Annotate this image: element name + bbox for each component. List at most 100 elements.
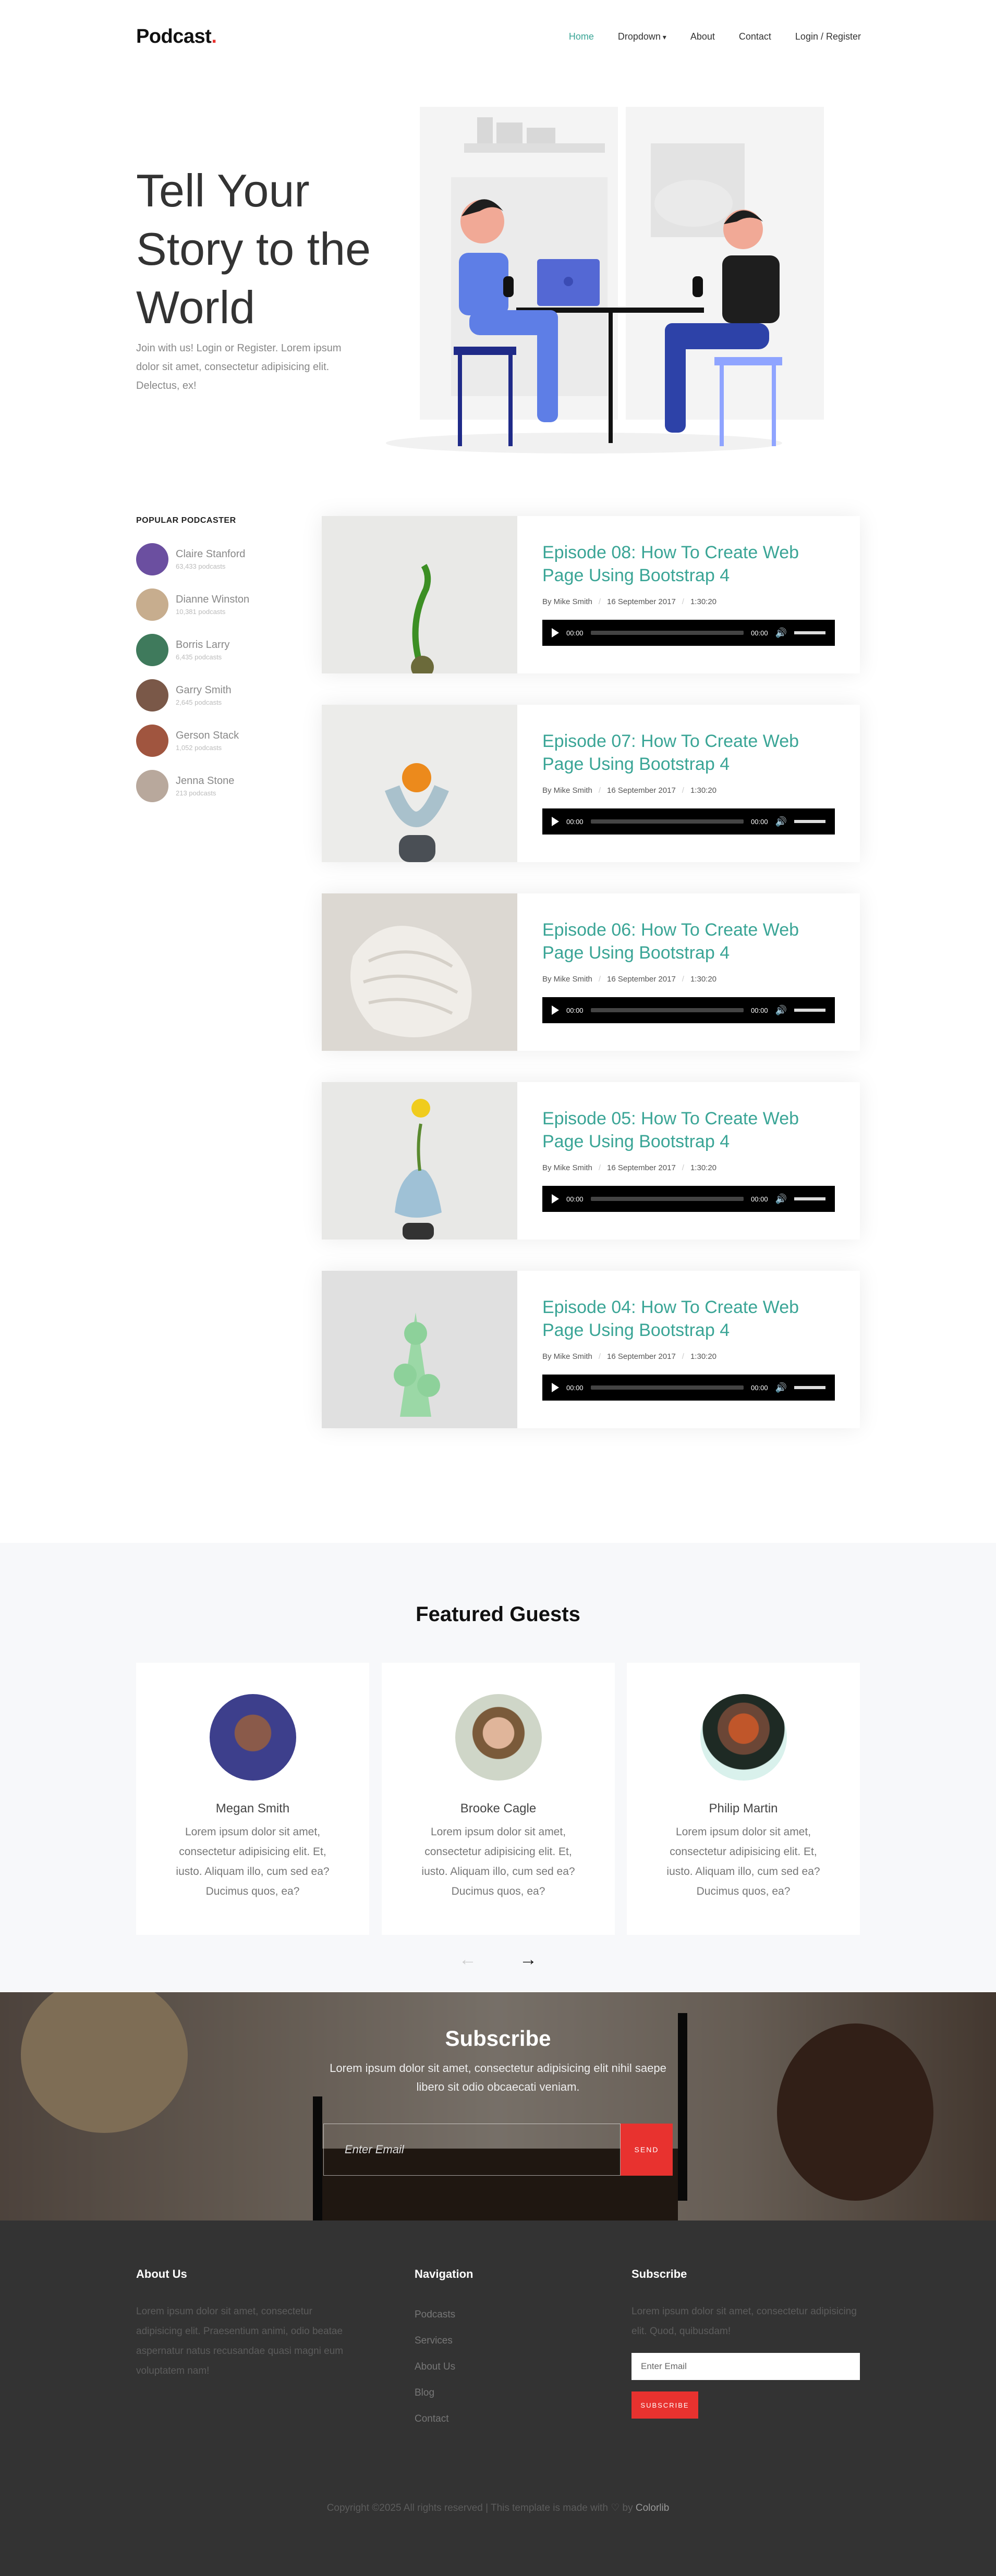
play-icon[interactable] <box>552 1194 559 1204</box>
progress-bar[interactable] <box>590 631 744 635</box>
section-title: Featured Guests <box>416 1603 580 1626</box>
guest-text: Lorem ipsum dolor sit amet, consectetur … <box>176 1826 330 1897</box>
progress-bar[interactable] <box>590 1197 744 1201</box>
progress-bar[interactable] <box>590 819 744 824</box>
list-item[interactable]: Borris Larry 6,435 podcasts <box>136 634 293 666</box>
total-time: 00:00 <box>751 817 768 826</box>
guest-card: Brooke Cagle Lorem ipsum dolor sit amet,… <box>382 1663 615 1935</box>
episode-meta: By Mike Smith/16 September 2017/1:30:20 <box>542 597 717 606</box>
footer-email-field[interactable]: Enter Email <box>631 2353 860 2380</box>
footer-about: About Us Lorem ipsum dolor sit amet, con… <box>136 2267 345 2381</box>
episode-card: Episode 04: How To Create Web Page Using… <box>322 1271 860 1428</box>
avatar <box>136 634 168 666</box>
list-item[interactable]: Jenna Stone 213 podcasts <box>136 770 293 802</box>
volume-icon[interactable]: 🔊 <box>775 628 787 639</box>
episode-date: 16 September 2017 <box>607 975 676 984</box>
footer-link-services[interactable]: Services <box>415 2328 571 2354</box>
guest-text: Lorem ipsum dolor sit amet, consectetur … <box>421 1826 575 1897</box>
play-icon[interactable] <box>552 1383 559 1392</box>
episode-date: 16 September 2017 <box>607 1163 676 1172</box>
footer-nav-title: Navigation <box>415 2267 473 2280</box>
play-icon[interactable] <box>552 628 559 637</box>
email-field[interactable]: Enter Email <box>323 2124 621 2176</box>
guest-name: Megan Smith <box>215 1801 290 1816</box>
send-button[interactable]: SEND <box>621 2124 673 2176</box>
volume-slider[interactable] <box>794 631 825 634</box>
avatar <box>455 1694 542 1781</box>
total-time: 00:00 <box>751 1006 768 1014</box>
episode-meta: By Mike Smith/16 September 2017/1:30:20 <box>542 1163 717 1172</box>
audio-player: 00:00 00:00 🔊 <box>542 997 835 1023</box>
episode-duration: 1:30:20 <box>690 975 717 984</box>
nav-item-home[interactable]: Home <box>569 31 594 42</box>
episode-title[interactable]: Episode 04: How To Create Web Page Using… <box>542 1296 835 1342</box>
current-time: 00:00 <box>566 629 584 637</box>
podcaster-name: Gerson Stack <box>176 730 239 741</box>
episode-image <box>322 1082 517 1240</box>
copyright-text: Copyright ©2025 All rights reserved | Th… <box>326 2503 608 2513</box>
nav-item-login-register[interactable]: Login / Register <box>795 31 861 42</box>
site-logo[interactable]: Podcast. <box>136 26 217 48</box>
avatar <box>136 679 168 712</box>
list-item[interactable]: Dianne Winston 10,381 podcasts <box>136 588 293 621</box>
volume-icon[interactable]: 🔊 <box>775 816 787 827</box>
episode-author: By Mike Smith <box>542 1163 592 1172</box>
volume-slider[interactable] <box>794 1386 825 1389</box>
footer-link-about-us[interactable]: About Us <box>415 2354 571 2380</box>
copyright: Copyright ©2025 All rights reserved | Th… <box>0 2502 996 2514</box>
volume-icon[interactable]: 🔊 <box>775 1382 787 1393</box>
avatar <box>136 770 168 802</box>
total-time: 00:00 <box>751 1383 768 1392</box>
nav-item-dropdown[interactable]: Dropdown <box>618 31 666 42</box>
episode-title[interactable]: Episode 08: How To Create Web Page Using… <box>542 541 835 587</box>
footer-link-blog[interactable]: Blog <box>415 2380 571 2406</box>
nav-item-contact[interactable]: Contact <box>739 31 771 42</box>
footer-about-title: About Us <box>136 2267 187 2280</box>
list-item[interactable]: Garry Smith 2,645 podcasts <box>136 679 293 712</box>
footer-subscribe: Subscribe Lorem ipsum dolor sit amet, co… <box>631 2267 861 2419</box>
episode-title[interactable]: Episode 07: How To Create Web Page Using… <box>542 730 835 776</box>
volume-icon[interactable]: 🔊 <box>775 1194 787 1205</box>
list-item[interactable]: Gerson Stack 1,052 podcasts <box>136 725 293 757</box>
footer-link-podcasts[interactable]: Podcasts <box>415 2302 571 2328</box>
volume-icon[interactable]: 🔊 <box>775 1005 787 1016</box>
podcaster-count: 2,645 podcasts <box>176 698 222 706</box>
audio-player: 00:00 00:00 🔊 <box>542 808 835 835</box>
episode-card: Episode 07: How To Create Web Page Using… <box>322 705 860 862</box>
footer-about-text: Lorem ipsum dolor sit amet, consectetur … <box>136 2306 344 2376</box>
episode-title[interactable]: Episode 06: How To Create Web Page Using… <box>542 918 835 964</box>
podcaster-name: Garry Smith <box>176 684 232 696</box>
play-icon[interactable] <box>552 1005 559 1015</box>
episode-meta: By Mike Smith/16 September 2017/1:30:20 <box>542 786 717 795</box>
current-time: 00:00 <box>566 1195 584 1203</box>
episode-title[interactable]: Episode 05: How To Create Web Page Using… <box>542 1107 835 1153</box>
footer-link-contact[interactable]: Contact <box>415 2406 571 2432</box>
progress-bar[interactable] <box>590 1385 744 1390</box>
subscribe-button[interactable]: SUBSCRIBE <box>631 2391 698 2419</box>
progress-bar[interactable] <box>590 1008 744 1012</box>
guest-text: Lorem ipsum dolor sit amet, consectetur … <box>666 1826 820 1897</box>
episode-author: By Mike Smith <box>542 786 592 795</box>
popular-podcaster-title: POPULAR PODCASTER <box>136 516 236 525</box>
podcaster-count: 63,433 podcasts <box>176 562 226 570</box>
main-menu: Home Dropdown About Contact Login / Regi… <box>569 31 861 42</box>
list-item[interactable]: Claire Stanford 63,433 podcasts <box>136 543 293 575</box>
podcaster-name: Borris Larry <box>176 639 230 651</box>
arrow-left-icon[interactable]: ← <box>459 1949 477 1970</box>
episode-card: Episode 05: How To Create Web Page Using… <box>322 1082 860 1240</box>
hero-title: Tell Your Story to the World <box>136 165 371 333</box>
play-icon[interactable] <box>552 817 559 826</box>
avatar <box>209 1694 296 1781</box>
volume-slider[interactable] <box>794 1009 825 1012</box>
guest-card: Megan Smith Lorem ipsum dolor sit amet, … <box>136 1663 369 1935</box>
arrow-right-icon[interactable]: → <box>519 1949 537 1970</box>
footer: About Us Lorem ipsum dolor sit amet, con… <box>0 2221 996 2576</box>
episode-list: Episode 08: How To Create Web Page Using… <box>322 516 860 1459</box>
audio-player: 00:00 00:00 🔊 <box>542 1186 835 1212</box>
volume-slider[interactable] <box>794 820 825 823</box>
episode-date: 16 September 2017 <box>607 786 676 795</box>
colorlib-link[interactable]: Colorlib <box>636 2503 669 2513</box>
volume-slider[interactable] <box>794 1197 825 1200</box>
nav-item-about[interactable]: About <box>690 31 715 42</box>
episode-image <box>322 893 517 1051</box>
